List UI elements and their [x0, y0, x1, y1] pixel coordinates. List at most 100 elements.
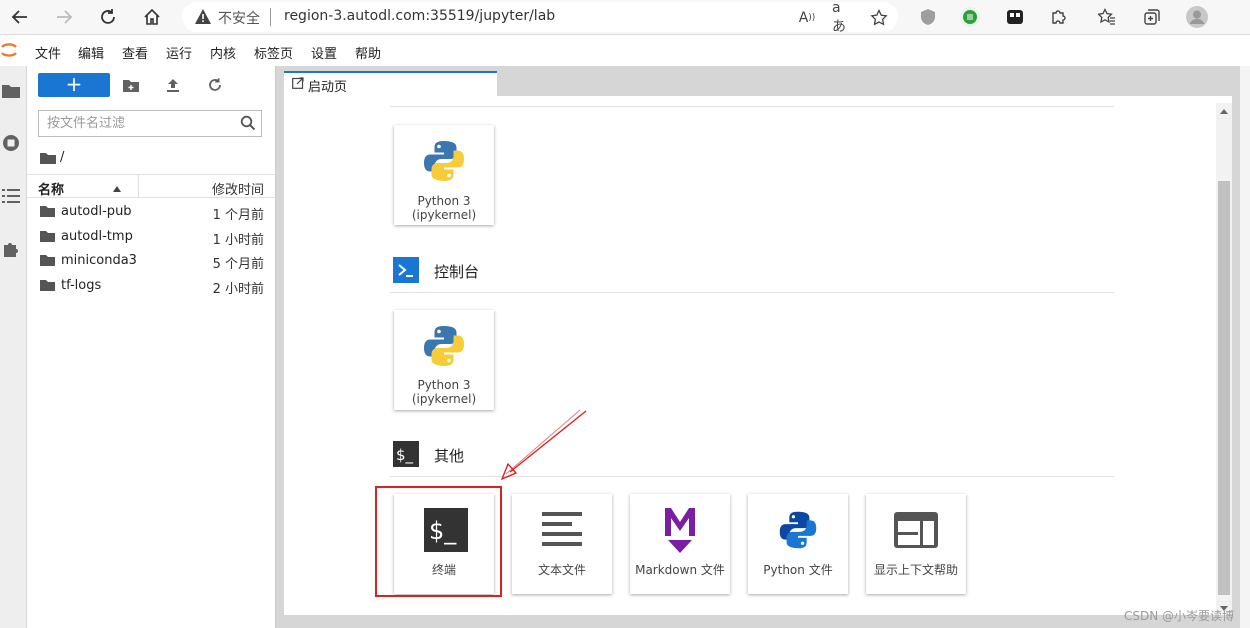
- text-file-icon: [538, 506, 586, 554]
- extension-shield-icon[interactable]: [916, 5, 940, 29]
- profile-avatar-icon[interactable]: [1185, 5, 1209, 29]
- menu-file[interactable]: 文件: [35, 43, 61, 62]
- notebook-python3-card[interactable]: Python 3 (ipykernel): [394, 125, 494, 225]
- python-file-card[interactable]: Python 文件: [748, 494, 848, 594]
- warning-icon: [194, 8, 212, 29]
- file-filter-box: [38, 110, 262, 137]
- upload-icon[interactable]: [164, 76, 182, 94]
- file-modified: 1 个月前: [212, 208, 264, 223]
- scroll-up-icon[interactable]: [1220, 109, 1228, 114]
- file-name: autodl-tmp: [61, 229, 133, 244]
- python-file-icon: [774, 506, 822, 554]
- translate-icon[interactable]: aあ: [832, 0, 854, 35]
- breadcrumb-path: /: [60, 150, 65, 165]
- tab-launcher[interactable]: 启动页: [284, 71, 497, 96]
- launcher-scrollbar[interactable]: [1216, 103, 1232, 613]
- console-section-icon: [393, 257, 419, 283]
- breadcrumb[interactable]: /: [40, 150, 64, 165]
- back-icon[interactable]: [8, 5, 32, 29]
- section-divider: [390, 106, 1114, 107]
- text-file-card[interactable]: 文本文件: [512, 494, 612, 594]
- refresh-icon[interactable]: [206, 76, 224, 94]
- section-divider: [390, 292, 1114, 293]
- new-folder-icon[interactable]: [122, 76, 140, 94]
- folder-icon: [40, 254, 55, 270]
- right-sidebar: [1240, 66, 1250, 628]
- favorite-add-icon[interactable]: [868, 7, 890, 29]
- tab-label: 启动页: [308, 80, 348, 95]
- search-icon: [240, 115, 256, 135]
- collections-icon[interactable]: [1140, 5, 1164, 29]
- file-list-header: 名称 修改时间: [27, 174, 275, 198]
- other-section-title: 其他: [434, 447, 465, 465]
- card-label-line1: Python 3: [417, 194, 471, 208]
- markdown-file-card[interactable]: Markdown 文件: [630, 494, 730, 594]
- card-label: Python 文件: [763, 563, 833, 577]
- file-name: miniconda3: [61, 253, 137, 268]
- address-separator: [270, 8, 271, 26]
- favorites-icon[interactable]: [1095, 5, 1119, 29]
- column-name-header[interactable]: 名称: [38, 179, 64, 198]
- file-row[interactable]: miniconda3 5 个月前: [27, 249, 275, 273]
- card-label: Markdown 文件: [635, 563, 725, 577]
- sort-arrow-icon: [113, 181, 121, 196]
- card-label-line2: (ipykernel): [411, 208, 477, 222]
- forward-icon[interactable]: [52, 5, 76, 29]
- url-rest: :35519/jupyter/lab: [425, 8, 556, 24]
- address-bar[interactable]: 不安全 region-3.autodl.com:35519/jupyter/la…: [182, 0, 898, 35]
- menu-kernel[interactable]: 内核: [210, 43, 236, 62]
- svg-text:$_: $_: [396, 446, 414, 465]
- menu-tabs[interactable]: 标签页: [254, 43, 293, 62]
- column-modified-header[interactable]: 修改时间: [212, 179, 264, 198]
- python-logo-icon: [420, 322, 468, 370]
- security-label: 不安全: [218, 11, 260, 27]
- file-name: autodl-pub: [61, 204, 132, 219]
- watermark: CSDN @小岑要读博: [1124, 609, 1235, 623]
- menu-run[interactable]: 运行: [166, 43, 192, 62]
- running-icon[interactable]: [0, 132, 22, 154]
- toc-icon[interactable]: [0, 185, 22, 207]
- other-section-icon: $_: [393, 441, 419, 467]
- menu-edit[interactable]: 编辑: [78, 43, 104, 62]
- reload-icon[interactable]: [96, 5, 120, 29]
- file-row[interactable]: tf-logs 2 小时前: [27, 274, 275, 298]
- file-name: tf-logs: [61, 278, 102, 293]
- file-row[interactable]: autodl-tmp 1 小时前: [27, 225, 275, 249]
- new-launcher-button[interactable]: +: [38, 73, 110, 97]
- console-section-title: 控制台: [434, 263, 480, 281]
- read-aloud-icon[interactable]: A)): [796, 7, 818, 29]
- card-label: 显示上下文帮助: [873, 563, 958, 577]
- file-filter-input[interactable]: [39, 111, 237, 136]
- console-python3-card[interactable]: Python 3 (ipykernel): [394, 310, 494, 410]
- folder-icon[interactable]: [0, 80, 22, 102]
- extension-manager-icon[interactable]: [0, 238, 22, 260]
- context-help-card[interactable]: 显示上下文帮助: [866, 494, 966, 594]
- card-label-line2: (ipykernel): [411, 392, 477, 406]
- file-browser: + / 名称 修改时间 autodl-pub 1 个月前 autodl-tmp …: [27, 66, 276, 628]
- url-host: region-3.autodl.com: [284, 8, 426, 24]
- home-icon[interactable]: [140, 5, 164, 29]
- launcher-tab-icon: [292, 77, 304, 93]
- menu-help[interactable]: 帮助: [355, 43, 381, 62]
- column-divider[interactable]: [138, 175, 139, 197]
- python-logo-icon: [420, 137, 468, 185]
- context-help-icon: [892, 506, 940, 554]
- tab-extension-icon[interactable]: [1003, 5, 1027, 29]
- folder-icon: [40, 279, 55, 295]
- menu-view[interactable]: 查看: [122, 43, 148, 62]
- highlight-box: [375, 486, 502, 597]
- file-modified: 5 个月前: [212, 257, 264, 272]
- scrollbar-thumb[interactable]: [1218, 181, 1230, 595]
- card-label: 文本文件: [537, 563, 586, 577]
- markdown-icon: [656, 506, 704, 554]
- menu-settings[interactable]: 设置: [311, 43, 337, 62]
- evernote-icon[interactable]: [958, 5, 982, 29]
- url-text: region-3.autodl.com:35519/jupyter/lab: [284, 8, 555, 24]
- file-row[interactable]: autodl-pub 1 个月前: [27, 200, 275, 224]
- file-modified: 1 小时前: [212, 233, 264, 248]
- puzzle-icon[interactable]: [1047, 5, 1071, 29]
- folder-icon: [40, 205, 55, 221]
- folder-icon: [40, 230, 55, 246]
- annotation-arrow-icon: [500, 409, 587, 481]
- card-label-line1: Python 3: [417, 378, 471, 392]
